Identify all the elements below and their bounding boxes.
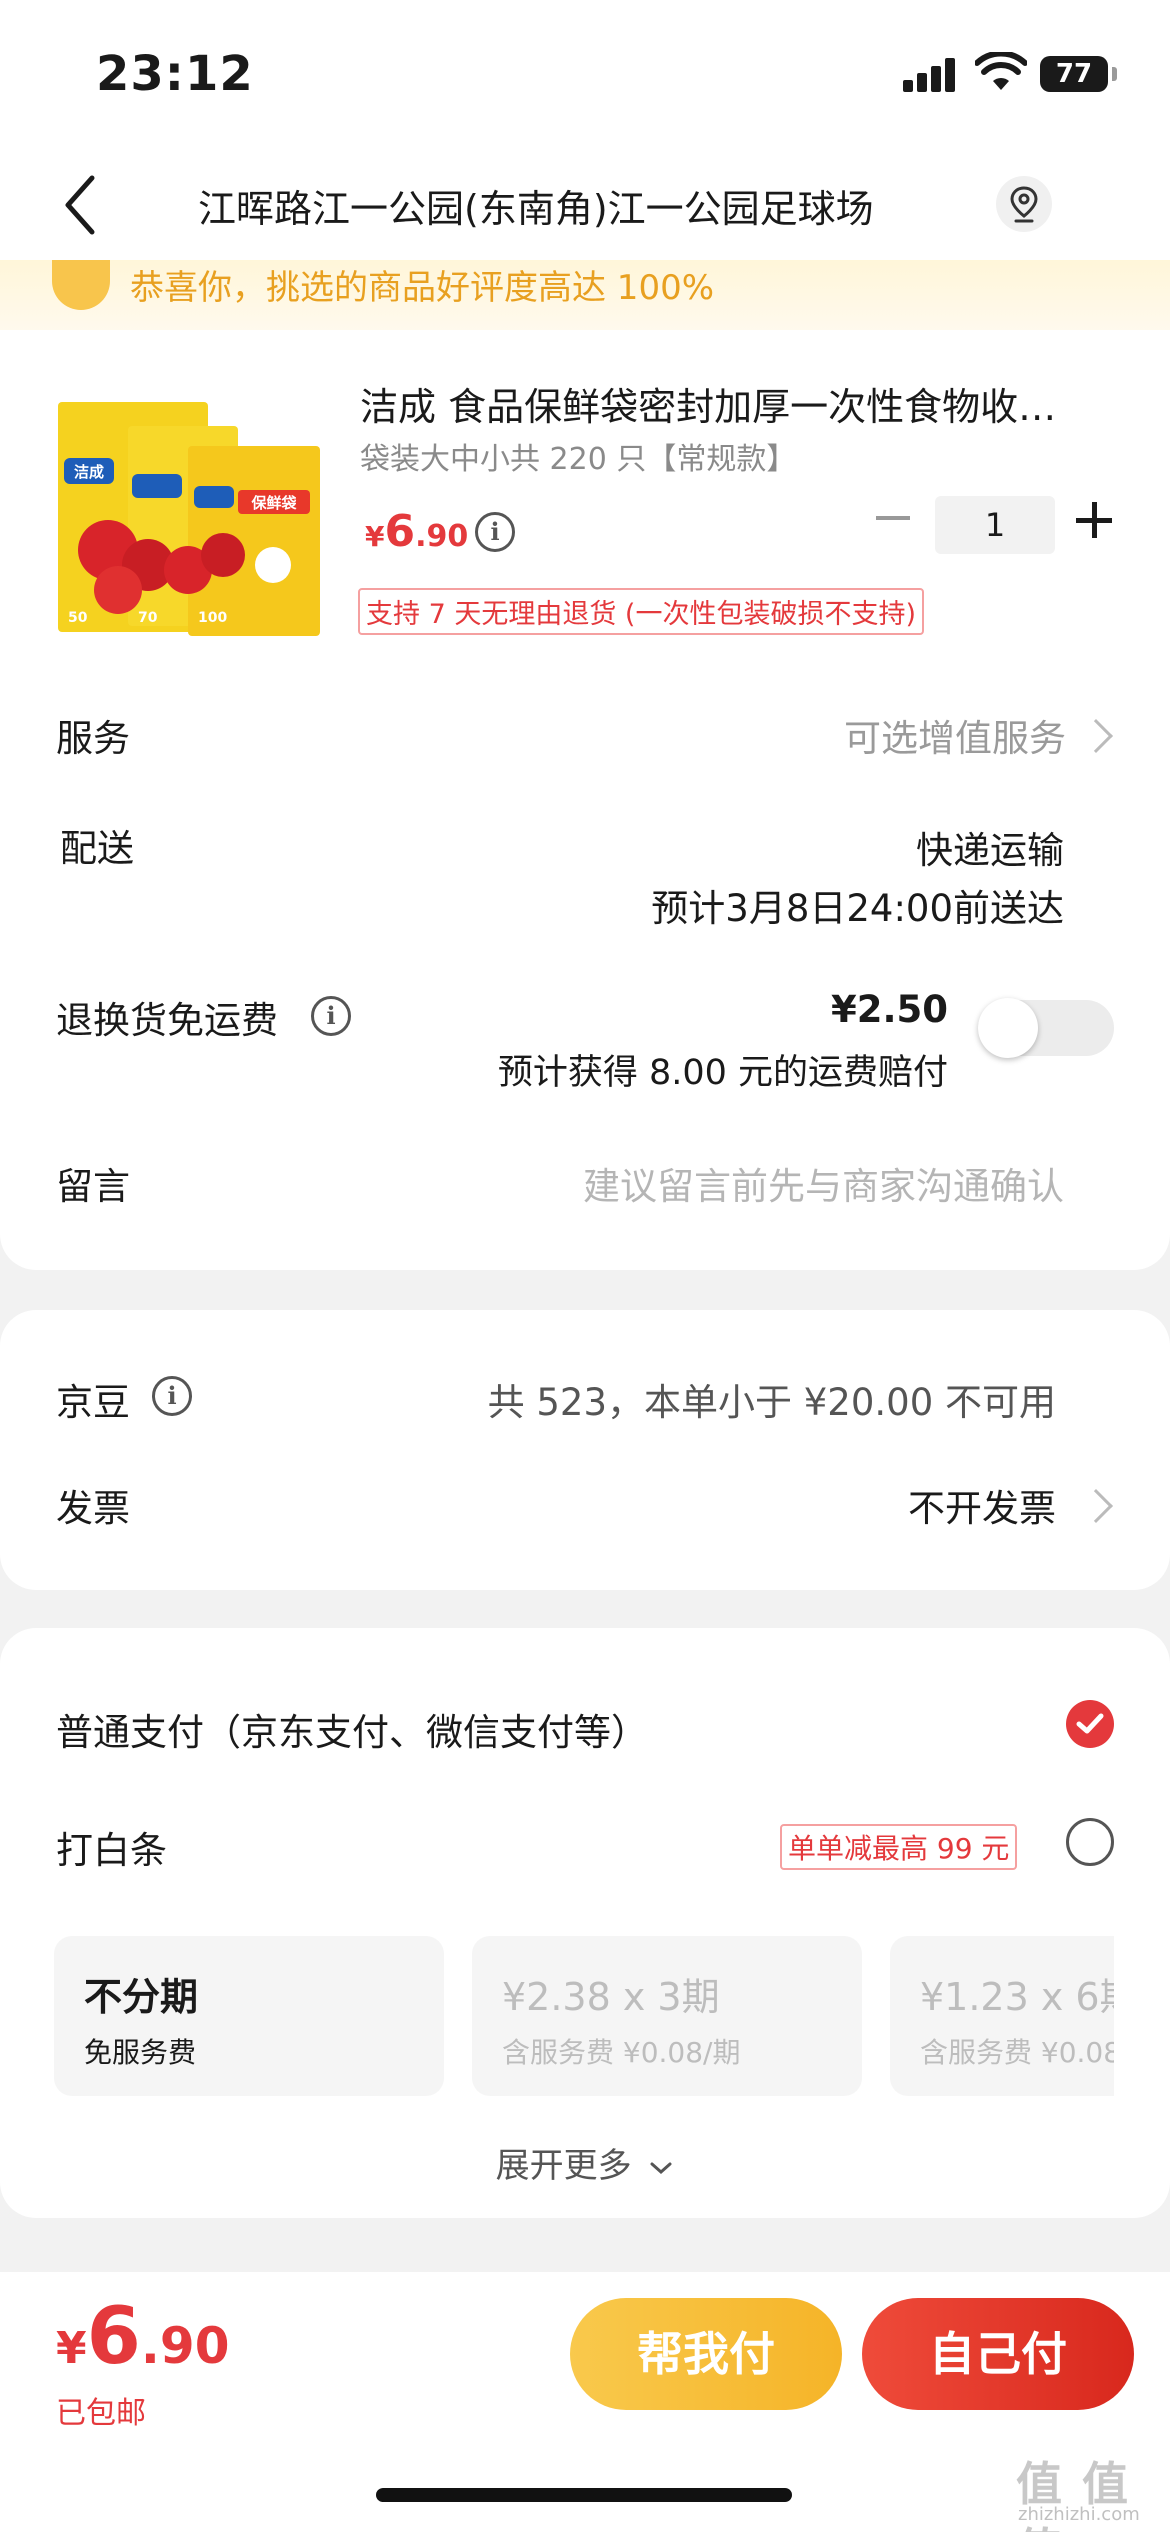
price-info-icon[interactable]: i: [475, 512, 515, 552]
product-image-brand: 洁成: [74, 463, 104, 481]
plan-subtitle: 免服务费: [84, 2036, 197, 2069]
product-image-label: 保鲜袋: [250, 494, 297, 512]
service-value[interactable]: 可选增值服务: [844, 708, 1066, 762]
product-spec: 袋装大中小共 220 只【常规款】: [360, 442, 797, 477]
baitiao-label[interactable]: 打白条: [56, 1820, 167, 1874]
signal-icon: [903, 58, 959, 92]
beans-label: 京豆: [56, 1381, 130, 1424]
total-currency: ¥: [56, 2323, 87, 2374]
payment-card: 普通支付（京东支付、微信支付等） 打白条 单单减最高 99 元 不分期 免服务费…: [0, 1628, 1170, 2218]
total-integer: 6: [86, 2292, 141, 2382]
product-image[interactable]: 洁成 保鲜袋 50 70 100: [58, 390, 320, 644]
plan-subtitle: 含服务费 ¥0.08/期: [502, 2036, 741, 2069]
plan-title: ¥2.38 x 3期: [502, 1975, 720, 2019]
quantity-field[interactable]: 1: [935, 496, 1055, 554]
baitiao-promo-tag: 单单减最高 99 元: [780, 1824, 1018, 1870]
price-integer: 6: [384, 506, 416, 557]
baitiao-radio-icon[interactable]: [1066, 1818, 1114, 1866]
home-indicator: [376, 2488, 792, 2502]
delivery-label: 配送: [60, 827, 134, 870]
thumbs-up-icon: [52, 260, 110, 310]
product-title[interactable]: 洁成 食品保鲜袋密封加厚一次性食物收纳袋: [360, 376, 1090, 431]
plan-title: 不分期: [84, 1975, 199, 2019]
invoice-value[interactable]: 不开发票: [908, 1478, 1056, 1532]
installment-plans: 不分期 免服务费 ¥2.38 x 3期 含服务费 ¥0.08/期 ¥1.23 x…: [54, 1936, 1114, 2096]
delivery-method[interactable]: 快递运输: [916, 820, 1064, 874]
return-shipping-info-icon[interactable]: i: [311, 996, 351, 1036]
beans-info-icon[interactable]: i: [152, 1376, 192, 1416]
wifi-icon: [975, 52, 1027, 90]
service-chevron-icon[interactable]: [1079, 719, 1113, 753]
delivery-address[interactable]: 江晖路江一公园(东南角)江一公园足球场: [198, 178, 978, 233]
delivery-eta: 预计3月8日24:00前送达: [651, 887, 1064, 930]
watermark-url: zhizhizhi.com: [1018, 2504, 1140, 2525]
return-shipping-toggle[interactable]: [978, 998, 1114, 1058]
praise-banner: 恭喜你，挑选的商品好评度高达 100%: [0, 260, 1170, 340]
help-pay-button[interactable]: 帮我付: [570, 2298, 842, 2410]
price-currency: ¥: [365, 520, 385, 553]
return-policy-tag: 支持 7 天无理由退货 (一次性包装破损不支持): [358, 588, 924, 635]
battery-icon: 77: [1040, 56, 1117, 92]
plan-option[interactable]: 不分期 免服务费: [54, 1936, 444, 2096]
total-price: ¥6.90: [56, 2292, 229, 2382]
quantity-minus-button[interactable]: [876, 516, 910, 520]
nav-bar: 江晖路江一公园(东南角)江一公园足球场: [0, 140, 1170, 270]
back-icon[interactable]: [58, 170, 108, 240]
extras-card: 京豆 i 共 523，本单小于 ¥20.00 不可用 发票 不开发票: [0, 1310, 1170, 1590]
status-time: 23:12: [96, 46, 254, 102]
product-price: ¥6.90: [365, 506, 468, 557]
price-decimal: .90: [415, 519, 469, 554]
normal-pay-label[interactable]: 普通支付（京东支付、微信支付等）: [56, 1702, 648, 1756]
total-decimal: .90: [140, 2317, 230, 2375]
return-shipping-label: 退换货免运费: [56, 999, 278, 1042]
quantity-plus-button[interactable]: [1076, 502, 1112, 538]
invoice-label: 发票: [56, 1487, 130, 1530]
service-label: 服务: [56, 717, 130, 760]
free-shipping-note: 已包邮: [56, 2396, 146, 2431]
product-image-size-1: 50: [68, 610, 88, 626]
plan-subtitle: 含服务费 ¥0.08/期: [920, 2036, 1114, 2069]
plan-title: ¥1.23 x 6期: [920, 1975, 1114, 2019]
location-pin-icon[interactable]: [996, 176, 1052, 232]
status-bar: 23:12 77: [0, 0, 1170, 140]
invoice-chevron-icon[interactable]: [1079, 1489, 1113, 1523]
expand-more-button[interactable]: 展开更多: [0, 2138, 1170, 2187]
toggle-knob: [978, 998, 1038, 1058]
chevron-down-icon: [650, 2162, 672, 2174]
beans-value: 共 523，本单小于 ¥20.00 不可用: [487, 1381, 1056, 1424]
plan-option[interactable]: ¥2.38 x 3期 含服务费 ¥0.08/期: [472, 1936, 862, 2096]
plan-option[interactable]: ¥1.23 x 6期 含服务费 ¥0.08/期: [890, 1936, 1114, 2096]
expand-more-label: 展开更多: [495, 2146, 632, 2186]
return-shipping-note: 预计获得 8.00 元的运费赔付: [497, 1053, 948, 1093]
return-shipping-price: ¥2.50: [830, 988, 948, 1031]
order-card: 洁成 保鲜袋 50 70 100 洁成 食品保鲜袋密封加厚一次性食物收纳袋 袋装…: [0, 330, 1170, 1270]
message-input[interactable]: 建议留言前先与商家沟通确认: [583, 1156, 1064, 1210]
praise-text: 恭喜你，挑选的商品好评度高达 100%: [130, 268, 715, 308]
product-image-size-3: 100: [198, 610, 227, 626]
product-image-size-2: 70: [138, 610, 158, 626]
message-label: 留言: [56, 1165, 130, 1208]
self-pay-button[interactable]: 自己付: [862, 2298, 1134, 2410]
normal-pay-check-icon[interactable]: [1066, 1700, 1114, 1748]
